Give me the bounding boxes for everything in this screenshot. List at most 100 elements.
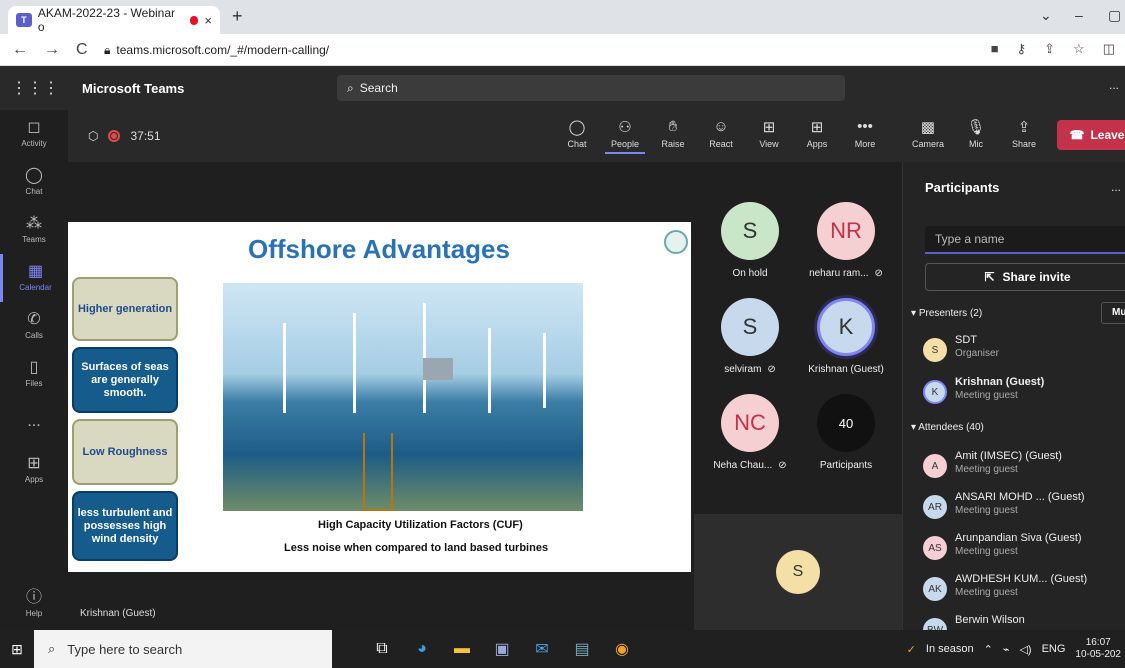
apps-button[interactable]: ⊞ Apps: [797, 118, 837, 149]
calendar-icon: ▦: [27, 263, 44, 280]
avatar: S: [721, 202, 779, 260]
bookmark-star-icon[interactable]: ☆: [1073, 41, 1085, 57]
tab-title: AKAM-2022-23 - Webinar o: [37, 6, 176, 34]
clock[interactable]: 16:07 10-05-202: [1075, 637, 1121, 661]
back-button[interactable]: ←: [12, 41, 32, 59]
participant-row[interactable]: AK AWDHESH KUM... (Guest) Meeting guest: [923, 573, 1087, 601]
tab-close-button[interactable]: ×: [204, 13, 212, 28]
video-tile[interactable]: S selviram ⊘: [698, 298, 802, 396]
view-button[interactable]: ⊞ View: [749, 118, 789, 149]
chevron-down-icon[interactable]: ⌄: [1040, 7, 1052, 24]
mail-icon[interactable]: ✉: [522, 639, 562, 659]
participant-search-input[interactable]: Type a name: [925, 226, 1125, 254]
weather-icon: ✓: [906, 643, 916, 656]
video-tile[interactable]: NC Neha Chau... ⊘: [698, 394, 802, 492]
maximize-button[interactable]: ▢: [1108, 7, 1121, 24]
grid-icon: ⊞: [762, 119, 776, 136]
camera-button[interactable]: ▩ Camera: [908, 118, 948, 149]
search-input[interactable]: ⌕ Search: [337, 75, 845, 101]
help-icon: ⓘ: [25, 589, 42, 606]
participant-row[interactable]: S SDT Organiser: [923, 334, 999, 362]
avatar: NR: [817, 202, 875, 260]
participant-row[interactable]: A Amit (IMSEC) (Guest) Meeting guest: [923, 450, 1062, 478]
browser-tab[interactable]: T AKAM-2022-23 - Webinar o ×: [8, 6, 220, 34]
video-tile[interactable]: S On hold: [698, 202, 802, 300]
file-explorer-icon[interactable]: ▬: [442, 640, 482, 658]
organization-logo-icon: [664, 230, 688, 254]
avatar: K: [817, 298, 875, 356]
presenters-section-header[interactable]: ▾ Presenters (2): [911, 308, 982, 319]
people-button[interactable]: ⚇ People: [605, 118, 645, 154]
speaker-icon[interactable]: ◁): [1019, 643, 1031, 656]
shared-content-stage: Offshore Advantages Higher generation Su…: [68, 162, 694, 630]
teams-logo-icon: T: [16, 13, 32, 27]
store-icon[interactable]: ▣: [482, 639, 522, 659]
slide-box-less-turbulent: less turbulent and possesses high wind d…: [72, 491, 178, 561]
apps-icon: ⊞: [27, 455, 41, 472]
rail-more-button[interactable]: ...: [0, 398, 68, 446]
avatar: K: [923, 380, 947, 404]
reload-button[interactable]: C: [76, 41, 96, 59]
key-icon[interactable]: ⚷: [1017, 41, 1027, 57]
avatar: AK: [923, 577, 947, 601]
raise-hand-button[interactable]: ✋︎ Raise: [653, 118, 693, 149]
share-button[interactable]: ⇪ Share: [1004, 118, 1044, 149]
task-view-icon[interactable]: ⧉: [362, 640, 402, 658]
camera-blocked-icon[interactable]: ■: [991, 41, 999, 57]
url-field[interactable]: 🔒︎ teams.microsoft.com/_#/modern-calling…: [104, 39, 329, 61]
avatar: NC: [721, 394, 779, 452]
app-launcher-icon[interactable]: ⋮⋮⋮: [0, 78, 70, 98]
network-icon[interactable]: ⌁: [1003, 643, 1010, 656]
react-button[interactable]: ☺ React: [701, 118, 741, 149]
avatar: S: [721, 298, 779, 356]
participant-row[interactable]: K Krishnan (Guest) Meeting guest: [923, 376, 1044, 404]
sidebar-toggle-icon[interactable]: ◫: [1103, 41, 1115, 57]
mute-all-button[interactable]: Mu: [1101, 302, 1125, 324]
weather-text[interactable]: In season: [926, 643, 974, 655]
header-more-button[interactable]: ...: [1109, 78, 1119, 92]
minimize-button[interactable]: –: [1075, 7, 1083, 23]
chat-icon: ◯: [568, 119, 586, 136]
rail-item-calls[interactable]: ✆ Calls: [0, 302, 68, 350]
rail-item-help[interactable]: ⓘ Help: [0, 580, 68, 628]
rail-item-files[interactable]: ▯ Files: [0, 350, 68, 398]
more-button[interactable]: ••• More: [845, 118, 885, 149]
video-tile[interactable]: NR neharu ram... ⊘: [794, 202, 898, 300]
rail-item-activity[interactable]: ◻ Activity: [0, 110, 68, 158]
new-tab-button[interactable]: +: [232, 6, 243, 27]
leave-button[interactable]: ☎︎ Leave: [1057, 120, 1125, 150]
rail-item-calendar[interactable]: ▦ Calendar: [0, 254, 68, 302]
chat-button[interactable]: ◯ Chat: [557, 118, 597, 149]
address-actions: ■ ⚷ ⇪ ☆ ◫: [991, 41, 1115, 57]
recording-icon: [108, 130, 121, 142]
word-icon[interactable]: ▤: [562, 639, 602, 659]
slide-caption-cuf: High Capacity Utilization Factors (CUF): [318, 519, 523, 531]
share-page-icon[interactable]: ⇪: [1044, 41, 1055, 57]
participant-row[interactable]: AR ANSARI MOHD ... (Guest) Meeting guest: [923, 491, 1085, 519]
panel-title: Participants: [925, 180, 1000, 195]
hang-up-icon: ☎︎: [1069, 128, 1085, 142]
offshore-turbine-image: [223, 283, 583, 511]
forward-button[interactable]: →: [44, 41, 64, 59]
share-invite-button[interactable]: ⇱ Share invite: [925, 263, 1125, 291]
chrome-icon[interactable]: ◉: [602, 639, 642, 659]
windows-start-button[interactable]: ⊞: [0, 641, 34, 658]
edge-icon[interactable]: ◕: [402, 640, 442, 658]
language-indicator[interactable]: ENG: [1042, 643, 1066, 655]
ellipsis-icon: •••: [857, 118, 873, 135]
rail-item-apps[interactable]: ⊞ Apps: [0, 446, 68, 494]
taskbar-search-input[interactable]: ⌕ Type here to search: [34, 630, 332, 668]
chevron-up-icon[interactable]: ⌃: [984, 643, 993, 656]
rail-item-teams[interactable]: ⁂ Teams: [0, 206, 68, 254]
mic-button[interactable]: 🎙︎ Mic: [956, 118, 996, 149]
participants-overflow-tile[interactable]: 40 Participants: [794, 394, 898, 492]
video-tile-speaking[interactable]: K Krishnan (Guest): [794, 298, 898, 396]
hand-icon: ✋︎: [668, 118, 678, 135]
rail-item-chat[interactable]: ◯ Chat: [0, 158, 68, 206]
file-icon: ▯: [29, 359, 39, 376]
participant-row[interactable]: AS Arunpandian Siva (Guest) Meeting guest: [923, 532, 1082, 560]
attendees-section-header[interactable]: ▾ Attendees (40): [911, 422, 984, 433]
slide-caption-noise: Less noise when compared to land based t…: [284, 542, 549, 554]
panel-more-button[interactable]: ...: [1111, 180, 1121, 194]
participant-gallery: S On hold NR neharu ram... ⊘ S selviram ⊘ …: [694, 162, 902, 630]
